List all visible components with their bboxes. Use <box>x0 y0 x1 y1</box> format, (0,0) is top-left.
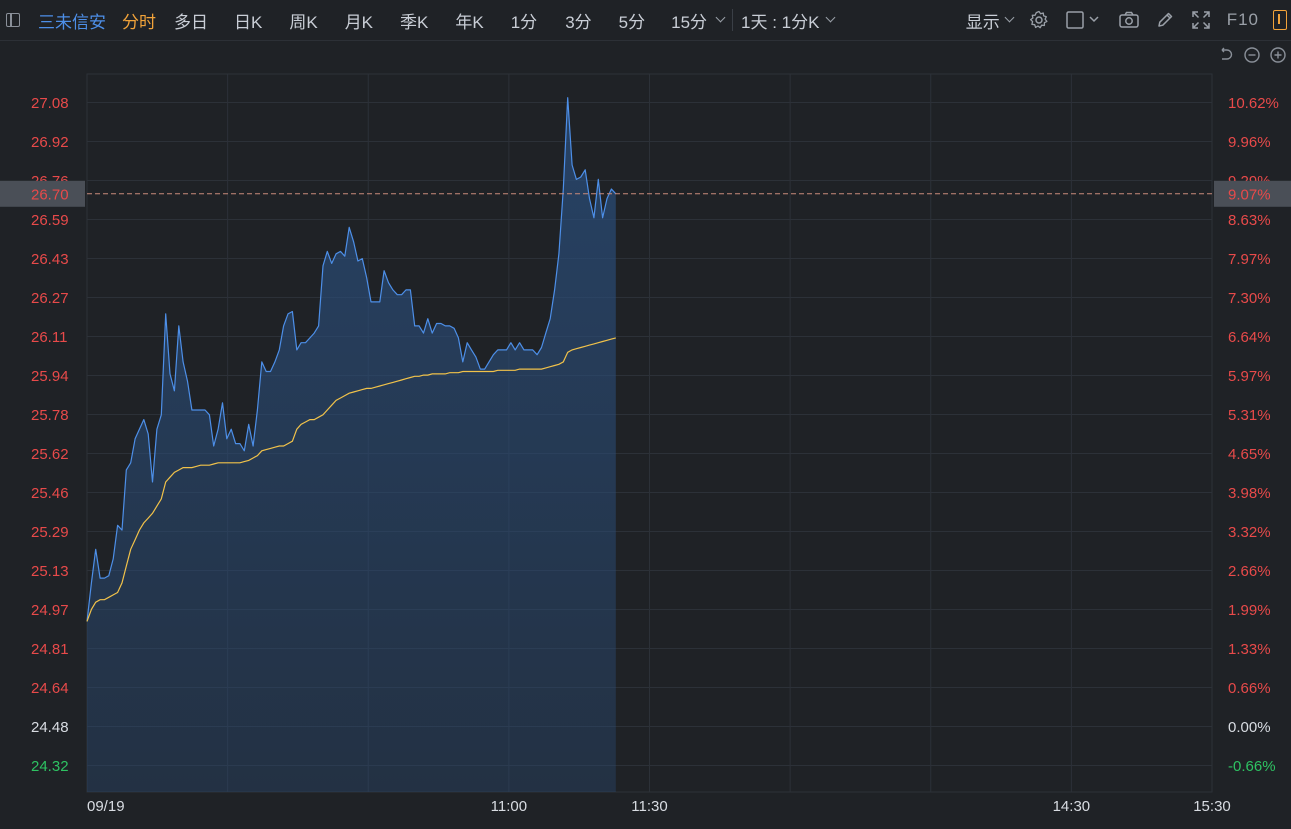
y-right-tick-label: 5.97% <box>1228 368 1271 385</box>
y-right-tick-label: 1.33% <box>1228 641 1271 658</box>
y-right-tick-label: 0.00% <box>1228 719 1271 736</box>
y-right-tick-label: 0.66% <box>1228 680 1271 697</box>
y-right-tick-label: 5.31% <box>1228 407 1271 424</box>
y-left-tick-label: 24.48 <box>31 719 69 736</box>
current-price-label: 26.70 <box>31 186 69 203</box>
y-left-tick-label: 26.11 <box>31 329 67 346</box>
y-left-tick-label: 25.46 <box>31 485 69 502</box>
y-left-tick-label: 24.97 <box>31 602 69 619</box>
x-tick-label: 09/19 <box>87 798 125 815</box>
y-right-tick-label: -0.66% <box>1228 758 1276 775</box>
y-left-tick-label: 26.59 <box>31 212 69 229</box>
y-right-tick-label: 8.63% <box>1228 212 1271 229</box>
y-right-tick-label: 7.97% <box>1228 251 1271 268</box>
y-right-tick-label: 7.30% <box>1228 290 1271 307</box>
y-left-tick-label: 27.08 <box>31 95 69 112</box>
y-left-tick-label: 25.29 <box>31 524 69 541</box>
y-left-tick-label: 26.43 <box>31 251 69 268</box>
intraday-chart[interactable]: 27.0810.62%26.929.96%26.769.29%26.598.63… <box>0 0 1291 829</box>
y-right-tick-label: 3.98% <box>1228 485 1271 502</box>
x-tick-label: 11:00 <box>491 798 527 815</box>
y-right-tick-label: 1.99% <box>1228 602 1271 619</box>
y-right-tick-label: 2.66% <box>1228 563 1271 580</box>
y-left-tick-label: 24.32 <box>31 758 69 775</box>
y-right-tick-label: 10.62% <box>1228 95 1279 112</box>
y-right-tick-label: 4.65% <box>1228 446 1271 463</box>
y-right-tick-label: 9.96% <box>1228 134 1271 151</box>
y-left-tick-label: 26.27 <box>31 290 69 307</box>
x-tick-label: 15:30 <box>1193 798 1231 815</box>
y-right-tick-label: 3.32% <box>1228 524 1271 541</box>
y-left-tick-label: 24.81 <box>31 641 69 658</box>
price-area-fill <box>87 97 616 792</box>
current-pct-label: 9.07% <box>1228 186 1271 203</box>
y-right-tick-label: 6.64% <box>1228 329 1271 346</box>
y-left-tick-label: 25.62 <box>31 446 69 463</box>
x-tick-label: 14:30 <box>1053 798 1091 815</box>
y-left-tick-label: 25.94 <box>31 368 69 385</box>
y-left-tick-label: 25.78 <box>31 407 69 424</box>
y-left-tick-label: 24.64 <box>31 680 69 697</box>
y-left-tick-label: 25.13 <box>31 563 69 580</box>
y-left-tick-label: 26.92 <box>31 134 69 151</box>
x-tick-label: 11:30 <box>631 798 667 815</box>
